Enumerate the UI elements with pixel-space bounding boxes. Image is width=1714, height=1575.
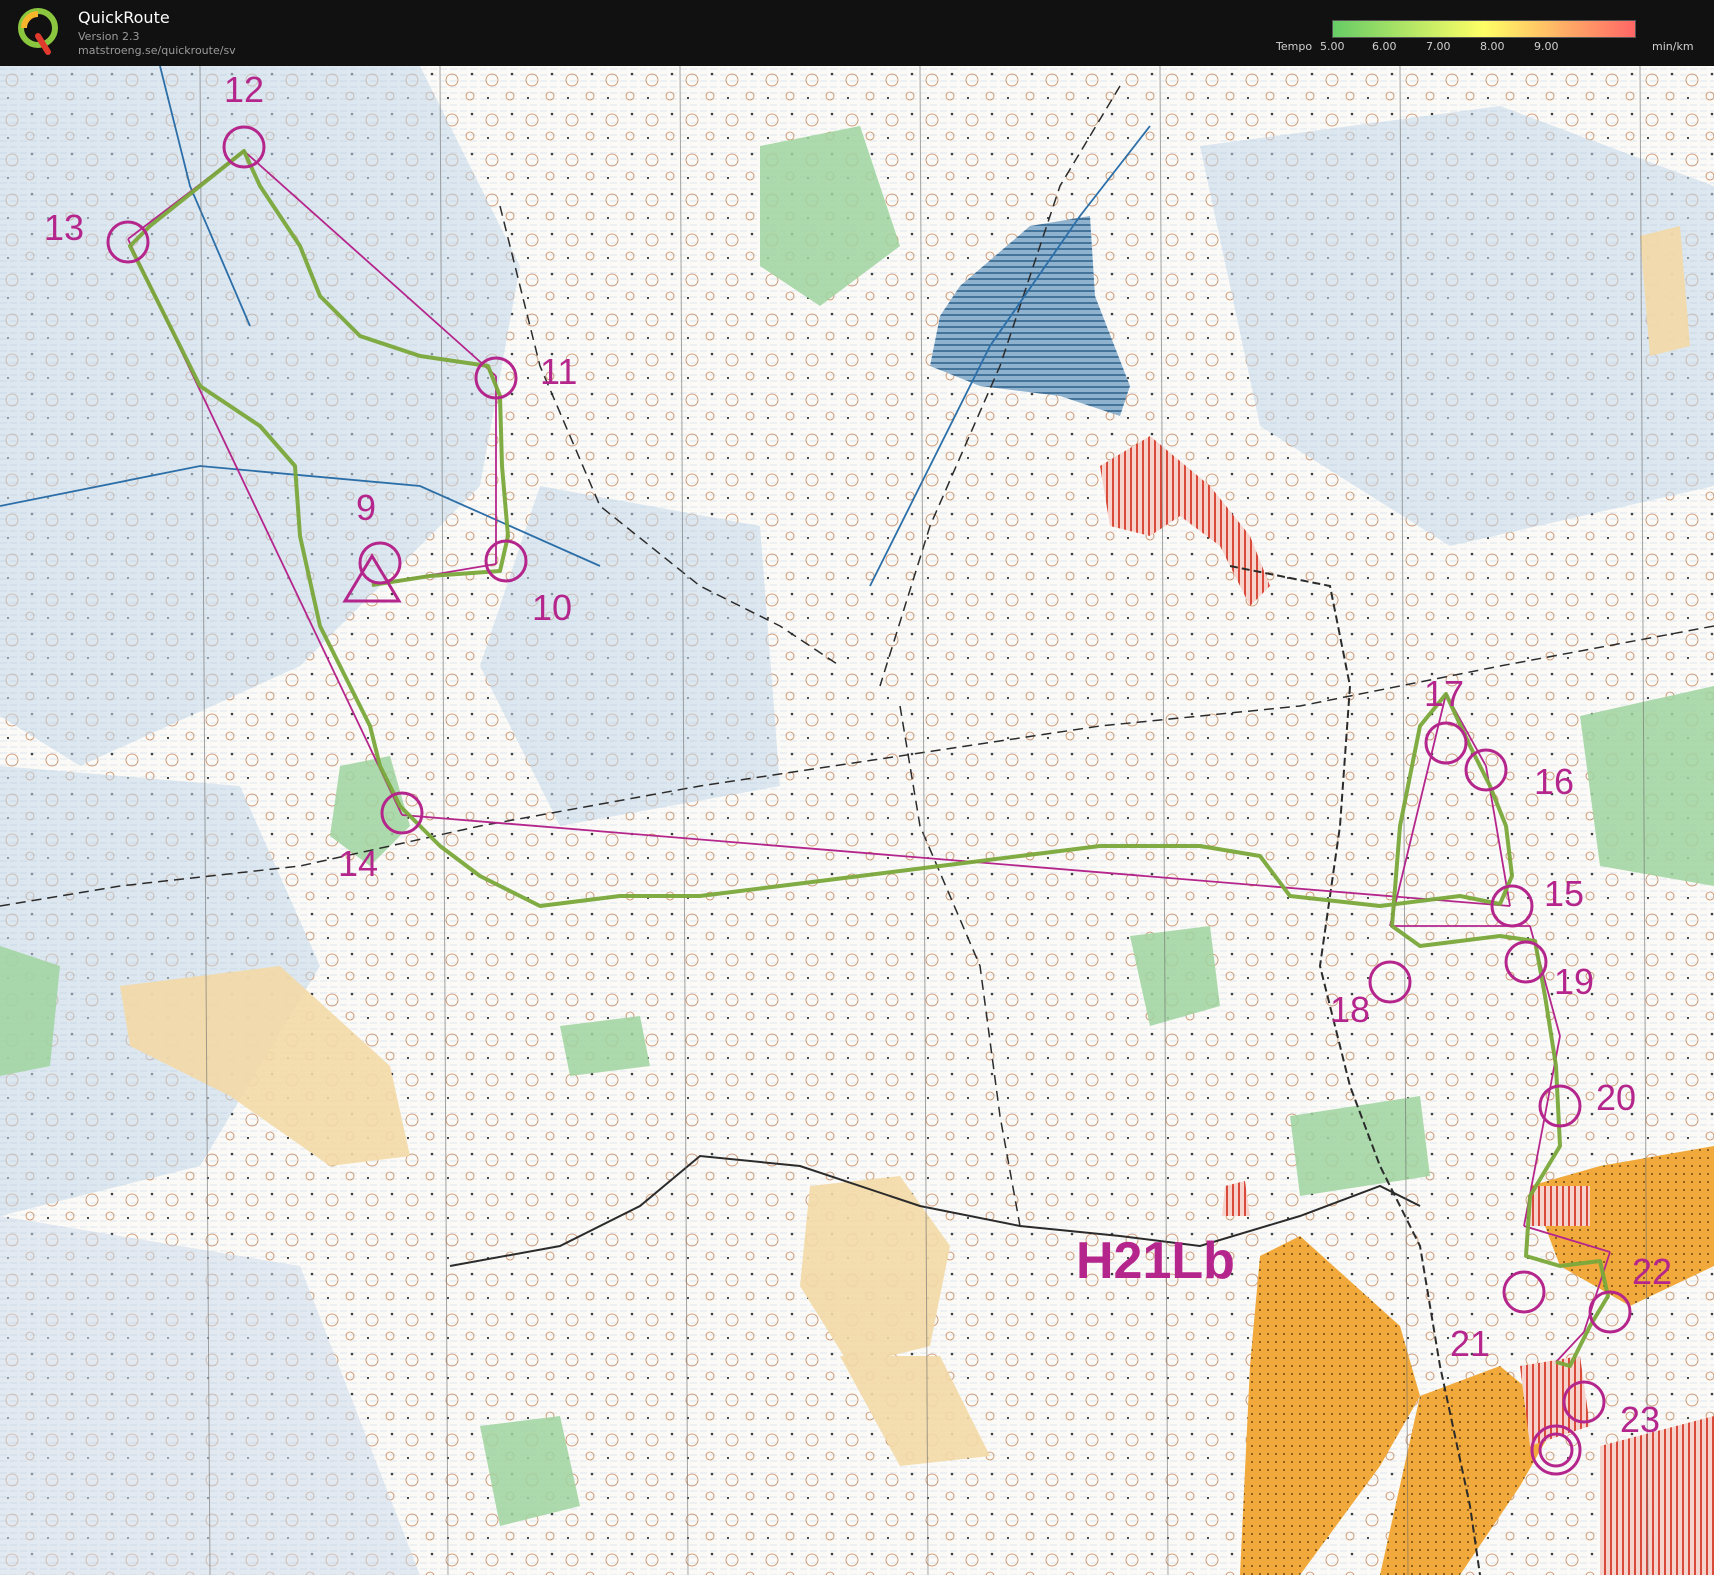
- control-number: 21: [1450, 1323, 1490, 1364]
- control-number: 12: [224, 69, 264, 110]
- control-number: 9: [356, 487, 376, 528]
- control-number: 11: [540, 351, 577, 392]
- app-version: Version 2.3: [78, 30, 140, 43]
- control-number: 10: [532, 587, 572, 628]
- control-number: 22: [1632, 1251, 1672, 1292]
- tempo-unit-label: min/km: [1652, 40, 1694, 53]
- tempo-tick-label: 6.00: [1372, 40, 1397, 53]
- control-number: 23: [1620, 1399, 1660, 1440]
- app-url: matstroeng.se/quickroute/sv: [78, 44, 236, 57]
- tempo-legend-prefix: Tempo: [1276, 40, 1313, 53]
- tempo-color-scale: [1332, 20, 1636, 38]
- control-number: 16: [1534, 761, 1574, 802]
- tempo-tick-label: 5.00: [1320, 40, 1345, 53]
- tempo-tick-label: 7.00: [1426, 40, 1451, 53]
- app-header: QuickRoute Version 2.3 matstroeng.se/qui…: [0, 0, 1714, 66]
- quickroute-logo-icon: [18, 8, 58, 55]
- tempo-tick-label: 8.00: [1480, 40, 1505, 53]
- control-number: 14: [338, 843, 378, 884]
- control-number: 20: [1596, 1077, 1636, 1118]
- app-title: QuickRoute: [78, 8, 170, 27]
- orienteering-map[interactable]: 9 10 11 12 13 14 15 16 17 18 19 20 21 22…: [0, 66, 1714, 1575]
- control-number: 15: [1544, 873, 1584, 914]
- course-name: H21Lb: [1076, 1232, 1235, 1290]
- control-number: 13: [44, 207, 84, 248]
- control-number: 17: [1424, 673, 1464, 714]
- tempo-tick-label: 9.00: [1534, 40, 1559, 53]
- control-number: 18: [1330, 989, 1370, 1030]
- control-number: 19: [1554, 961, 1594, 1002]
